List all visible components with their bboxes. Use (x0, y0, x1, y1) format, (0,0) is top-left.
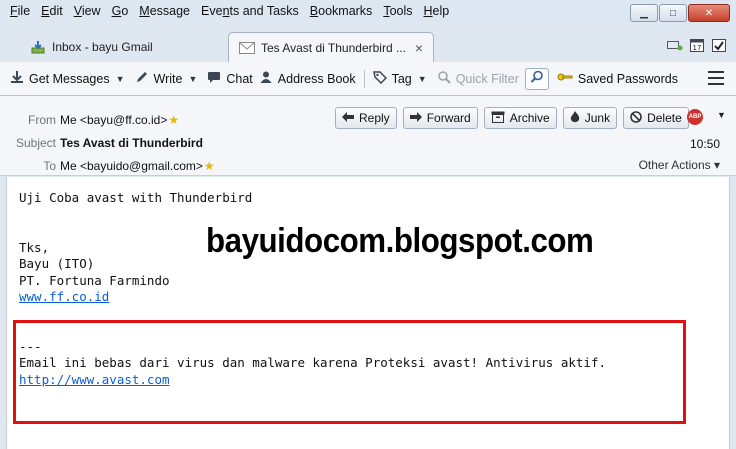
menu-file[interactable]: File (10, 4, 30, 18)
window-controls: ▁ □ ✕ (630, 4, 730, 22)
pencil-icon (135, 70, 149, 87)
forward-button[interactable]: Forward (402, 107, 478, 129)
tab-close-icon[interactable]: × (415, 40, 423, 56)
other-actions-button[interactable]: Other Actions ▾ (639, 158, 720, 172)
menu-help[interactable]: Help (424, 4, 450, 18)
message-actions: Reply Forward Archive Junk Delete (335, 107, 689, 129)
avast-note: Email ini bebas dari virus dan malware k… (19, 355, 606, 370)
chat-bubble-icon (207, 70, 221, 87)
from-row: From Me <bayu@ff.co.id> ★ (0, 110, 179, 130)
calendar-icon[interactable]: 17 (688, 36, 706, 54)
reply-label: Reply (359, 111, 390, 125)
signature-link[interactable]: www.ff.co.id (19, 289, 109, 304)
chat-label: Chat (226, 71, 253, 86)
get-messages-button[interactable]: Get Messages (10, 70, 110, 87)
tab-message[interactable]: Tes Avast di Thunderbird ... × (228, 32, 434, 63)
watermark-text: bayuidocom.blogspot.com (206, 222, 594, 260)
no-entry-icon (630, 110, 642, 126)
write-dropdown-icon[interactable]: ▼ (188, 74, 197, 84)
tag-label: Tag (391, 71, 412, 86)
to-label: To (43, 159, 56, 173)
menu-bar: File Edit View Go Message Events and Tas… (0, 0, 736, 22)
from-value[interactable]: Me <bayu@ff.co.id> (60, 113, 167, 127)
menu-bookmarks[interactable]: Bookmarks (310, 4, 373, 18)
tag-button[interactable]: Tag (372, 70, 412, 87)
close-icon[interactable]: ✕ (688, 4, 730, 22)
reply-button[interactable]: Reply (335, 107, 397, 129)
saved-passwords-button[interactable]: Saved Passwords (557, 70, 678, 87)
delete-label: Delete (647, 111, 682, 125)
adblock-dropdown-icon[interactable]: ▼ (717, 110, 726, 120)
to-value[interactable]: Me <bayuido@gmail.com> (60, 159, 203, 173)
message-body: Uji Coba avast with Thunderbird Tks, Bay… (6, 177, 730, 449)
adblock-icon[interactable]: ABP (687, 109, 703, 125)
menu-hamburger-icon[interactable] (708, 71, 724, 89)
envelope-icon (239, 41, 255, 55)
menu-tools[interactable]: Tools (383, 4, 412, 18)
maximize-icon[interactable]: □ (659, 4, 687, 22)
tag-icon (372, 70, 387, 87)
menu-view[interactable]: View (74, 4, 101, 18)
from-label: From (28, 113, 56, 127)
star-icon[interactable]: ★ (168, 113, 179, 127)
tab-message-label: Tes Avast di Thunderbird ... (261, 41, 406, 55)
menu-events-and-tasks[interactable]: Events and Tasks (201, 4, 299, 18)
svg-text:17: 17 (693, 44, 702, 52)
to-row: To Me <bayuido@gmail.com> ★ (0, 156, 215, 176)
avast-link[interactable]: http://www.avast.com (19, 372, 170, 387)
chat-button[interactable]: Chat (207, 70, 253, 87)
signature-tks: Tks, (19, 240, 50, 255)
main-toolbar: Get Messages ▼ Write ▼ Chat Address Book… (0, 62, 736, 96)
junk-label: Junk (584, 111, 611, 125)
archive-button[interactable]: Archive (483, 107, 557, 129)
menu-message[interactable]: Message (139, 4, 190, 18)
write-button[interactable]: Write (135, 70, 183, 87)
key-icon (557, 70, 573, 87)
menu-edit[interactable]: Edit (41, 4, 63, 18)
star-icon[interactable]: ★ (204, 159, 215, 173)
message-header: From Me <bayu@ff.co.id> ★ Subject Tes Av… (0, 96, 736, 176)
toolbar-separator (363, 69, 365, 88)
person-icon (259, 70, 273, 87)
quick-filter-label: Quick Filter (455, 71, 519, 86)
get-messages-dropdown-icon[interactable]: ▼ (116, 74, 125, 84)
junk-button[interactable]: Junk (562, 107, 618, 129)
address-book-button[interactable]: Address Book (259, 70, 356, 87)
archive-box-icon (491, 111, 505, 126)
get-messages-label: Get Messages (29, 71, 110, 86)
chat-status-icon[interactable] (666, 36, 684, 54)
write-label: Write (153, 71, 183, 86)
flame-icon (570, 110, 580, 126)
archive-label: Archive (509, 111, 550, 125)
subject-row: Subject Tes Avast di Thunderbird (0, 133, 203, 153)
quick-filter-button[interactable]: Quick Filter (437, 70, 519, 87)
download-icon (10, 70, 24, 87)
forward-label: Forward (426, 111, 471, 125)
menu-go[interactable]: Go (112, 4, 129, 18)
body-line: Uji Coba avast with Thunderbird (19, 190, 253, 205)
address-book-label: Address Book (277, 71, 356, 86)
signature-name: Bayu (ITO) (19, 256, 95, 271)
reply-arrow-icon (342, 111, 354, 125)
tab-bar-icons: 17 (666, 36, 728, 54)
delete-button[interactable]: Delete (623, 107, 689, 129)
tab-inbox-label: Inbox - bayu Gmail (52, 40, 153, 54)
subject-label: Subject (15, 136, 56, 150)
search-icon (530, 70, 544, 87)
signature-company: PT. Fortuna Farmindo (19, 273, 170, 288)
message-time: 10:50 (689, 137, 720, 151)
signature-separator: --- (19, 339, 42, 354)
subject-value: Tes Avast di Thunderbird (60, 136, 203, 150)
tab-bar: Inbox - bayu Gmail Tes Avast di Thunderb… (0, 22, 736, 63)
search-button[interactable] (524, 67, 549, 90)
filter-icon (437, 70, 451, 87)
tag-dropdown-icon[interactable]: ▼ (418, 74, 427, 84)
minimize-icon[interactable]: ▁ (630, 4, 658, 22)
saved-passwords-label: Saved Passwords (577, 71, 678, 86)
forward-arrow-icon (409, 111, 422, 125)
tab-inbox[interactable]: Inbox - bayu Gmail (20, 32, 228, 62)
tasks-icon[interactable] (710, 36, 728, 54)
inbox-download-icon (30, 40, 46, 54)
